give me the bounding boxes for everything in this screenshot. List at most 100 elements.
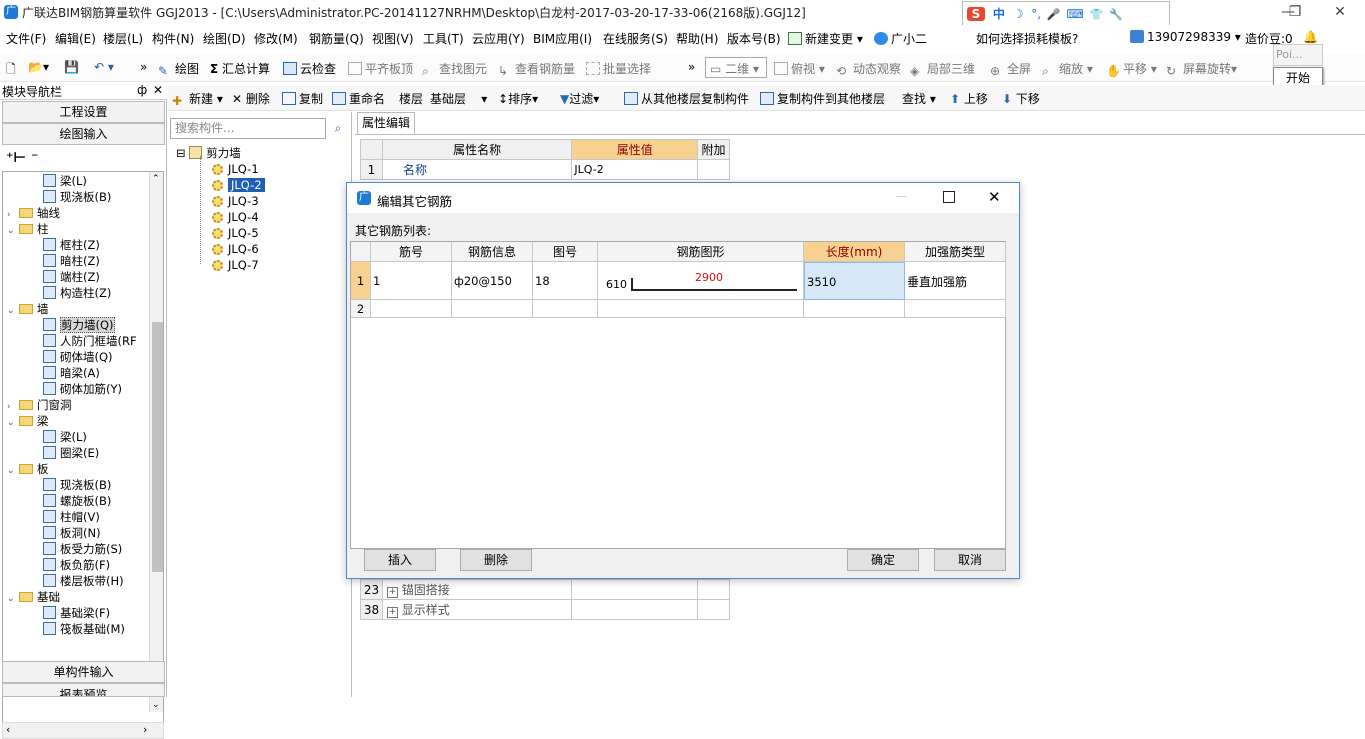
nav-tree-item[interactable]: 暗柱(Z) bbox=[43, 253, 100, 269]
nav-folder[interactable]: ⌄ 柱 bbox=[7, 221, 49, 237]
copy-from-other-floor-button[interactable]: 从其他楼层复制构件 bbox=[624, 90, 749, 107]
new-file-icon[interactable]: 🗋 bbox=[6, 60, 16, 81]
grid-cell-figure-no[interactable] bbox=[533, 300, 598, 318]
sogou-logo-icon[interactable]: S bbox=[967, 7, 985, 21]
nav-tree-item[interactable]: 现浇板(B) bbox=[43, 189, 111, 205]
save-icon[interactable]: 💾 bbox=[64, 60, 79, 74]
local-3d-button[interactable]: ◈ 局部三维 bbox=[910, 60, 975, 78]
menu-loss-template-tip[interactable]: 如何选择损耗模板? bbox=[976, 30, 1078, 47]
col-header-rebar-shape[interactable]: 钢筋图形 bbox=[598, 242, 804, 262]
nav-tree-item[interactable]: 板负筋(F) bbox=[43, 557, 110, 573]
top-view-button[interactable]: 俯视 ▾ bbox=[774, 60, 825, 77]
punctuation-icon[interactable]: °, bbox=[1031, 7, 1041, 21]
project-settings-button[interactable]: 工程设置 bbox=[2, 101, 165, 123]
tab-property-edit[interactable]: 属性编辑 bbox=[357, 112, 415, 134]
open-folder-icon[interactable]: 📂▾ bbox=[28, 60, 49, 74]
nav-scroll-thumb[interactable] bbox=[152, 322, 163, 572]
col-header-figure-no[interactable]: 图号 bbox=[533, 242, 598, 262]
grid-cell-length[interactable] bbox=[804, 300, 905, 318]
cancel-button[interactable]: 取消 bbox=[934, 549, 1006, 571]
nav-folder[interactable]: ⌄ 梁 bbox=[7, 413, 49, 429]
menu-cloud[interactable]: 云应用(Y) bbox=[472, 30, 525, 47]
menu-edit[interactable]: 编辑(E) bbox=[55, 30, 96, 47]
ok-button[interactable]: 确定 bbox=[847, 549, 919, 571]
floor-select[interactable]: 基础层 ▾ bbox=[430, 90, 487, 107]
col-header-bar-no[interactable]: 筋号 bbox=[371, 242, 452, 262]
view-rebar-button[interactable]: ↳ 查看钢筋量 bbox=[498, 60, 575, 78]
delete-row-button[interactable]: 删除 bbox=[460, 549, 532, 571]
dialog-maximize-icon[interactable] bbox=[943, 191, 955, 203]
nav-tree-item[interactable]: 筏板基础(M) bbox=[43, 621, 125, 637]
nav-folder[interactable]: ⌄ 板 bbox=[7, 461, 49, 477]
menu-component[interactable]: 构件(N) bbox=[152, 30, 194, 47]
more-chevron-icon[interactable]: » bbox=[140, 60, 147, 74]
chevron-right-icon[interactable]: › bbox=[7, 402, 19, 412]
menu-file[interactable]: 文件(F) bbox=[6, 30, 46, 47]
nav-folder[interactable]: › 门窗洞 bbox=[7, 397, 72, 413]
rotate-screen-button[interactable]: ↻ 屏幕旋转▾ bbox=[1166, 60, 1237, 78]
component-item[interactable]: JLQ-6 bbox=[212, 242, 259, 256]
property-name[interactable]: + 锚固搭接 bbox=[381, 579, 573, 600]
grid-cell-rebar-info[interactable]: ф20@150 bbox=[452, 262, 533, 300]
grid-cell-strengthen-type[interactable] bbox=[905, 300, 1006, 318]
nav-folder[interactable]: › 轴线 bbox=[7, 205, 60, 221]
menu-modify[interactable]: 修改(M) bbox=[254, 30, 298, 47]
menu-guangxiaoer[interactable]: 广小二 bbox=[874, 30, 927, 47]
grid-cell-bar-no[interactable] bbox=[371, 300, 452, 318]
grid-cell-bar-no[interactable]: 1 bbox=[371, 262, 452, 300]
move-up-button[interactable]: ⬆ 上移 bbox=[950, 90, 988, 107]
grid-cell-rebar-shape[interactable] bbox=[598, 300, 804, 318]
dialog-title-bar[interactable]: 广 编辑其它钢筋 — ✕ bbox=[347, 183, 1019, 213]
tools-icon[interactable]: 🔧 bbox=[1109, 8, 1123, 21]
nav-tree-item[interactable]: 构造柱(Z) bbox=[43, 285, 111, 301]
nav-close-icon[interactable]: ✕ bbox=[153, 83, 163, 97]
sort-button[interactable]: ↕排序▾ bbox=[498, 90, 538, 107]
dialog-close-icon[interactable]: ✕ bbox=[988, 188, 1001, 206]
property-value[interactable] bbox=[571, 579, 699, 600]
pin-icon[interactable]: ф bbox=[137, 83, 147, 97]
dynamic-view-button[interactable]: ⟲ 动态观察 bbox=[836, 60, 901, 78]
chevron-right-icon[interactable]: › bbox=[7, 210, 19, 220]
menu-view[interactable]: 视图(V) bbox=[372, 30, 414, 47]
grid-row-number[interactable]: 1 bbox=[351, 262, 371, 300]
menu-user-account[interactable]: 13907298339 ▾ bbox=[1130, 30, 1241, 44]
nav-tree-item[interactable]: 人防门框墙(RF bbox=[43, 333, 137, 349]
nav-tree-item[interactable]: 板洞(N) bbox=[43, 525, 101, 541]
skin-icon[interactable]: 👕 bbox=[1090, 8, 1104, 21]
component-item[interactable]: JLQ-1 bbox=[212, 162, 259, 176]
chevron-down-icon[interactable]: ⌄ bbox=[7, 418, 19, 428]
menu-version[interactable]: 版本号(B) bbox=[727, 30, 781, 47]
grid-cell-figure-no[interactable]: 18 bbox=[533, 262, 598, 300]
copy-component-button[interactable]: 复制 bbox=[282, 90, 323, 107]
new-component-button[interactable]: ✚ 新建 ▾ bbox=[172, 90, 223, 108]
component-search-input[interactable]: 搜索构件... bbox=[170, 118, 326, 139]
table-row[interactable]: 1 名称 JLQ-2 bbox=[360, 159, 730, 180]
more-chevron-icon-2[interactable]: » bbox=[688, 60, 695, 74]
filter-button[interactable]: ▼过滤▾ bbox=[560, 90, 599, 107]
nav-tree-item[interactable]: 基础梁(F) bbox=[43, 605, 110, 621]
component-item[interactable]: JLQ-3 bbox=[212, 194, 259, 208]
nav-folder[interactable]: ⌄ 基础 bbox=[7, 589, 60, 605]
chevron-down-icon[interactable]: ⌄ bbox=[7, 226, 19, 236]
scroll-up-icon[interactable]: ⌃ bbox=[152, 174, 160, 184]
col-header-length[interactable]: 长度(mm) bbox=[804, 242, 905, 262]
property-name[interactable]: + 显示样式 bbox=[381, 599, 573, 620]
chevron-down-icon[interactable]: ⌄ bbox=[7, 306, 19, 316]
table-row[interactable]: 38 + 显示样式 bbox=[360, 599, 730, 620]
ime-mode-icon[interactable]: 中 bbox=[993, 5, 1005, 22]
rename-component-button[interactable]: 重命名 bbox=[332, 90, 385, 107]
expand-plus-icon[interactable]: + bbox=[386, 587, 398, 598]
component-item[interactable]: JLQ-5 bbox=[212, 226, 259, 240]
menu-help[interactable]: 帮助(H) bbox=[676, 30, 718, 47]
close-button[interactable]: ✕ bbox=[1322, 2, 1358, 22]
single-component-input-button[interactable]: 单构件输入 bbox=[2, 661, 165, 683]
menu-bim[interactable]: BIM应用(I) bbox=[533, 30, 592, 47]
find-element-button[interactable]: ⌕ 查找图元 bbox=[422, 60, 487, 78]
nav-tree-item[interactable]: 现浇板(B) bbox=[43, 477, 111, 493]
col-header-strengthen-type[interactable]: 加强筋类型 bbox=[905, 242, 1006, 262]
zoom-button[interactable]: ⌕ 缩放 ▾ bbox=[1042, 60, 1093, 78]
draw-button[interactable]: ✎ 绘图 bbox=[158, 60, 199, 78]
bell-icon[interactable]: 🔔 bbox=[1303, 30, 1318, 44]
component-item[interactable]: JLQ-7 bbox=[212, 258, 259, 272]
insert-button[interactable]: 插入 bbox=[364, 549, 436, 571]
